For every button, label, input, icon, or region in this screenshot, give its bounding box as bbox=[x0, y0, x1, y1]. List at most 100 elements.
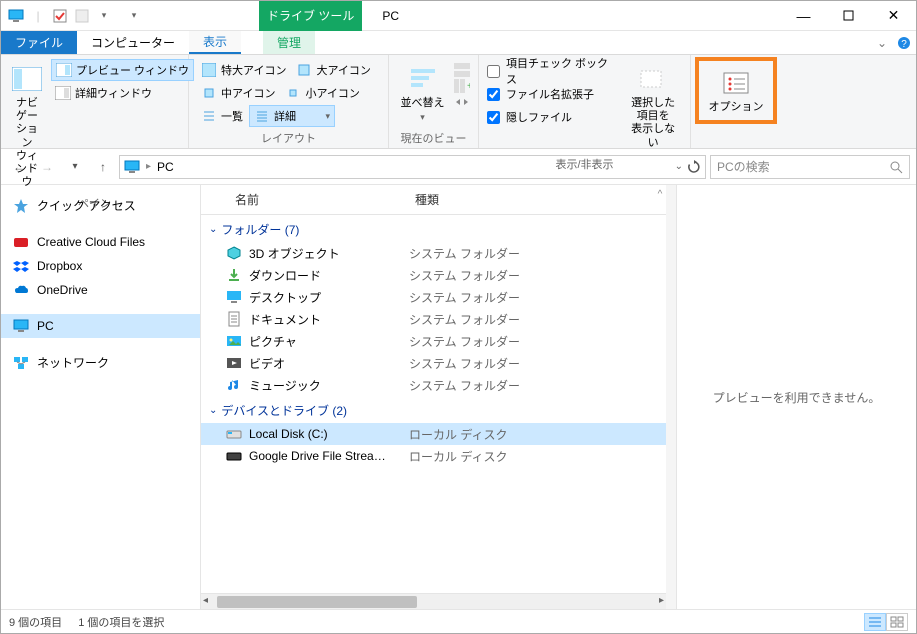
up-button[interactable]: ↑ bbox=[91, 155, 115, 179]
qat-separator: | bbox=[29, 7, 47, 25]
preview-pane-splitter[interactable] bbox=[666, 185, 676, 609]
help-icon[interactable]: ? bbox=[892, 31, 916, 54]
sidebar-item-network[interactable]: ネットワーク bbox=[1, 350, 200, 375]
size-columns-icon[interactable] bbox=[454, 95, 470, 109]
file-extensions-toggle[interactable]: ファイル名拡張子 bbox=[487, 84, 618, 104]
file-name: ビデオ bbox=[249, 355, 409, 372]
chevron-down-icon: ⌄ bbox=[209, 405, 217, 416]
horizontal-scrollbar[interactable]: ◂ ▸ bbox=[201, 593, 666, 609]
status-item-count: 9 個の項目 bbox=[9, 614, 62, 630]
column-header-name[interactable]: 名前 bbox=[227, 189, 407, 210]
tab-view[interactable]: 表示 bbox=[189, 31, 241, 54]
back-button[interactable]: ← bbox=[7, 155, 31, 179]
pc-breadcrumb-icon bbox=[124, 159, 140, 175]
close-button[interactable]: ✕ bbox=[871, 1, 916, 31]
minimize-button[interactable]: — bbox=[781, 1, 826, 31]
file-kind: システム フォルダー bbox=[409, 289, 559, 306]
file-row[interactable]: ビデオシステム フォルダー bbox=[201, 352, 666, 374]
group-header[interactable]: ⌄フォルダー (7) bbox=[201, 215, 666, 242]
file-name: ピクチャ bbox=[249, 333, 409, 350]
preview-pane-button[interactable]: プレビュー ウィンドウ bbox=[51, 59, 194, 81]
sort-by-button[interactable]: 並べ替え ▾ bbox=[397, 59, 448, 127]
list-view-button[interactable]: 一覧 bbox=[197, 105, 247, 127]
file-row[interactable]: Local Disk (C:)ローカル ディスク bbox=[201, 423, 666, 445]
hidden-files-toggle[interactable]: 隠しファイル bbox=[487, 107, 618, 127]
qat-dropdown-icon[interactable]: ▾ bbox=[95, 7, 113, 25]
file-kind: ローカル ディスク bbox=[409, 426, 559, 443]
file-row[interactable]: 3D オブジェクトシステム フォルダー bbox=[201, 242, 666, 264]
maximize-button[interactable] bbox=[826, 1, 871, 31]
sidebar-item-label: Dropbox bbox=[37, 259, 82, 273]
scrollbar-thumb[interactable] bbox=[217, 596, 417, 608]
details-pane-button[interactable]: 詳細ウィンドウ bbox=[51, 82, 194, 104]
item-checkboxes-toggle[interactable]: 項目チェック ボックス bbox=[487, 61, 618, 81]
column-header-kind[interactable]: 種類 bbox=[407, 189, 557, 210]
file-row[interactable]: ピクチャシステム フォルダー bbox=[201, 330, 666, 352]
file-row[interactable]: Google Drive File Strea…ローカル ディスク bbox=[201, 445, 666, 467]
file-kind: システム フォルダー bbox=[409, 377, 559, 394]
large-icons-button[interactable]: 大アイコン bbox=[292, 59, 374, 81]
forward-button[interactable]: → bbox=[35, 155, 59, 179]
sidebar-item-label: PC bbox=[37, 319, 54, 333]
sidebar-item-pc[interactable]: PC bbox=[1, 314, 200, 338]
video-icon bbox=[225, 354, 243, 372]
sidebar-item-onedrive[interactable]: OneDrive bbox=[1, 278, 200, 302]
pc-icon bbox=[13, 318, 29, 334]
search-box[interactable]: PCの検索 bbox=[710, 155, 910, 179]
hide-selected-button[interactable]: 選択した項目を 表示しない bbox=[624, 59, 682, 154]
current-view-group-label: 現在のビュー bbox=[397, 128, 470, 146]
file-kind: システム フォルダー bbox=[409, 311, 559, 328]
group-by-icon[interactable] bbox=[454, 63, 470, 77]
extra-large-icons-button[interactable]: 特大アイコン bbox=[197, 59, 290, 81]
navigation-pane-icon bbox=[11, 63, 43, 95]
address-bar[interactable]: ▸ PC ⌄ bbox=[119, 155, 706, 179]
details-view-button[interactable]: 詳細▾ bbox=[249, 105, 335, 127]
navigation-pane[interactable]: クイック アクセス Creative Cloud Files Dropbox OneD… bbox=[1, 185, 201, 609]
tab-computer[interactable]: コンピューター bbox=[77, 31, 189, 54]
file-name: Local Disk (C:) bbox=[249, 427, 409, 441]
medium-icons-button[interactable]: 中アイコン bbox=[197, 82, 279, 104]
onedrive-icon bbox=[13, 282, 29, 298]
hide-selected-icon bbox=[637, 63, 669, 95]
breadcrumb-pc[interactable]: PC bbox=[157, 160, 174, 174]
sidebar-item-label: クイック アクセス bbox=[37, 197, 136, 214]
add-columns-icon[interactable]: + bbox=[454, 79, 470, 93]
cube-icon bbox=[225, 244, 243, 262]
group-header[interactable]: ⌄ デバイスとドライブ (2) bbox=[201, 396, 666, 423]
file-row[interactable]: ミュージックシステム フォルダー bbox=[201, 374, 666, 396]
options-icon bbox=[720, 67, 752, 99]
sidebar-item-star[interactable]: クイック アクセス bbox=[1, 193, 200, 218]
file-row[interactable]: ダウンロードシステム フォルダー bbox=[201, 264, 666, 286]
file-kind: ローカル ディスク bbox=[409, 448, 559, 465]
pc-icon bbox=[7, 7, 25, 25]
sidebar-item-dropbox[interactable]: Dropbox bbox=[1, 254, 200, 278]
breadcrumb-separator-icon[interactable]: ▸ bbox=[146, 161, 151, 172]
details-view-toggle[interactable] bbox=[864, 613, 886, 631]
refresh-icon[interactable] bbox=[687, 160, 701, 174]
column-collapse-icon[interactable]: ^ bbox=[654, 189, 666, 210]
tab-manage[interactable]: 管理 bbox=[263, 31, 315, 54]
address-dropdown-icon[interactable]: ⌄ bbox=[675, 161, 683, 172]
file-row[interactable]: ドキュメントシステム フォルダー bbox=[201, 308, 666, 330]
preview-pane-icon bbox=[56, 62, 72, 78]
details-icon bbox=[254, 108, 270, 124]
file-name: 3D オブジェクト bbox=[249, 245, 409, 262]
ribbon-collapse-chevron[interactable]: ⌄ bbox=[872, 31, 892, 54]
preview-pane-label: プレビュー ウィンドウ bbox=[76, 62, 189, 78]
sidebar-item-cc[interactable]: Creative Cloud Files bbox=[1, 230, 200, 254]
list-icon bbox=[201, 108, 217, 124]
file-list[interactable]: 名前 種類 ^ ⌄フォルダー (7)3D オブジェクトシステム フォルダーダウン… bbox=[201, 185, 666, 609]
desktop-icon bbox=[225, 288, 243, 306]
tab-file[interactable]: ファイル bbox=[1, 31, 77, 54]
hide-selected-label: 選択した項目を 表示しない bbox=[626, 97, 680, 150]
sidebar-item-label: ネットワーク bbox=[37, 354, 109, 371]
group-header-label: デバイスとドライブ (2) bbox=[221, 402, 347, 419]
thumbnails-view-toggle[interactable] bbox=[886, 613, 908, 631]
small-icons-button[interactable]: 小アイコン bbox=[281, 82, 363, 104]
file-row[interactable]: デスクトップシステム フォルダー bbox=[201, 286, 666, 308]
qat-overflow-icon[interactable]: ▾ bbox=[125, 7, 143, 25]
options-button[interactable]: オプション bbox=[701, 63, 771, 118]
recent-locations-button[interactable]: ▾ bbox=[63, 155, 87, 179]
qat-checkbox-icon[interactable] bbox=[51, 7, 69, 25]
qat-blank-icon[interactable] bbox=[73, 7, 91, 25]
